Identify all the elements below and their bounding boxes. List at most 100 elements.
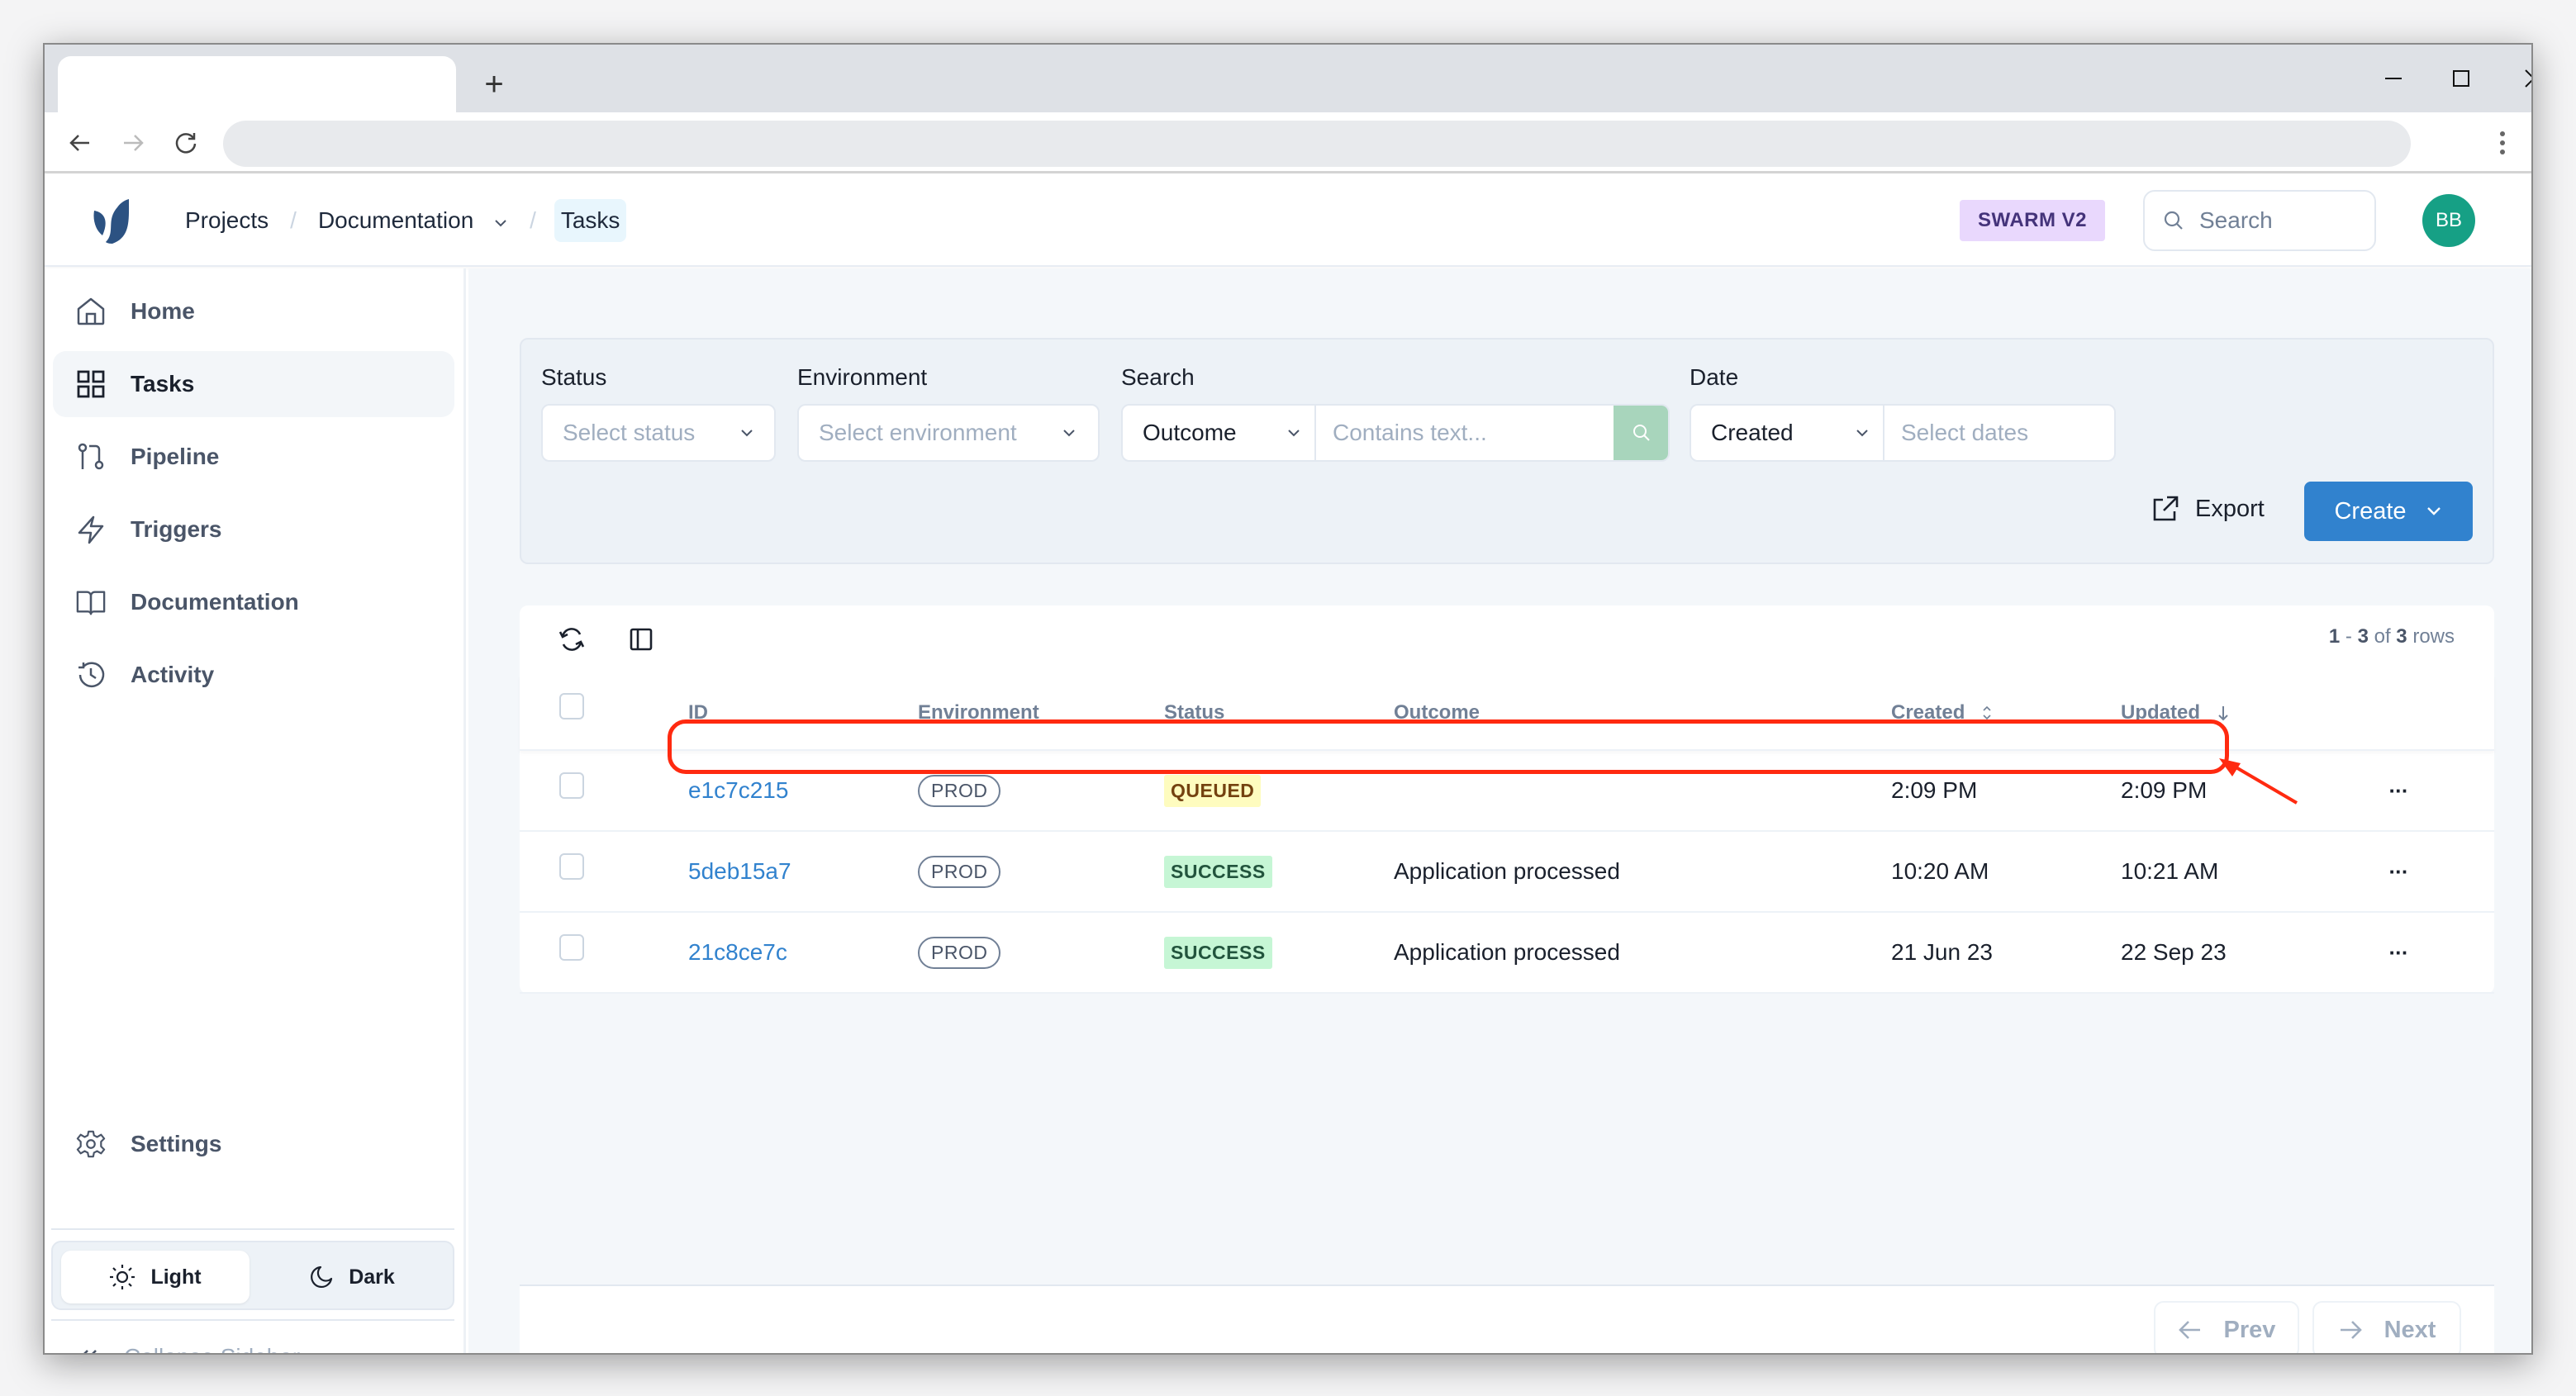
prev-page-button[interactable]: Prev [2154, 1301, 2299, 1353]
row-checkbox[interactable] [559, 772, 584, 799]
app-logo[interactable] [88, 196, 137, 245]
pagination-footer: Prev Next [520, 1284, 2494, 1353]
status-badge: QUEUED [1164, 774, 1262, 807]
column-header-updated[interactable]: Updated [2121, 675, 2230, 751]
chevron-down-icon [493, 218, 508, 228]
table-row[interactable]: 5deb15a7 PROD SUCCESS Application proces… [520, 832, 2494, 913]
tasks-table: 1 - 3 of 3 rows ID Environment Status Ou… [520, 605, 2494, 994]
date-field-value: Created [1711, 420, 1794, 445]
refresh-button[interactable] [551, 619, 592, 660]
chevron-down-icon [1856, 430, 1868, 437]
column-header-id[interactable]: ID [688, 675, 708, 751]
theme-light-label: Light [150, 1265, 202, 1289]
status-select[interactable]: Select status [541, 404, 776, 462]
search-submit-button[interactable] [1614, 406, 1668, 460]
row-actions-button[interactable]: ··· [2382, 938, 2415, 967]
sidebar-divider [51, 1319, 454, 1321]
breadcrumb-documentation-label: Documentation [317, 207, 474, 233]
close-window-button[interactable] [2505, 58, 2531, 99]
address-bar[interactable] [223, 121, 2411, 167]
row-actions-button[interactable]: ··· [2382, 776, 2415, 805]
column-header-outcome[interactable]: Outcome [1394, 675, 1480, 751]
sidebar-item-label: Documentation [131, 589, 299, 615]
search-filter-group: Outcome Contains text... [1121, 404, 1670, 462]
arrow-left-icon [2178, 1321, 2200, 1339]
theme-light-button[interactable]: Light [61, 1251, 250, 1303]
theme-dark-button[interactable]: Dark [258, 1251, 446, 1303]
rows-total: 3 [2396, 625, 2407, 648]
search-field-select[interactable]: Outcome [1123, 406, 1314, 460]
environment-badge: SWARM V2 [1960, 200, 2105, 241]
forward-button[interactable] [112, 122, 154, 164]
maximize-button[interactable] [2432, 58, 2490, 99]
column-header-created[interactable]: Created [1891, 675, 1993, 751]
sidebar-item-label: Home [131, 298, 195, 324]
breadcrumb-separator: / [530, 207, 536, 233]
next-page-button[interactable]: Next [2312, 1301, 2461, 1353]
back-button[interactable] [59, 122, 101, 164]
environment-select[interactable]: Select environment [797, 404, 1100, 462]
search-icon [1633, 425, 1650, 441]
updated-cell: 10:21 AM [2121, 858, 2219, 884]
search-text-input[interactable]: Contains text... [1316, 406, 1614, 460]
reload-button[interactable] [165, 122, 207, 164]
user-avatar[interactable]: BB [2422, 194, 2475, 247]
sidebar-item-activity[interactable]: Activity [53, 642, 454, 708]
columns-toggle-button[interactable] [620, 619, 662, 660]
rows-from: 1 [2328, 625, 2341, 648]
git-pull-request-icon [76, 442, 106, 472]
filter-panel: Status Select status Environment Select … [520, 338, 2494, 564]
row-actions-button[interactable]: ··· [2382, 857, 2415, 886]
grid-icon [76, 369, 106, 399]
row-checkbox[interactable] [559, 853, 584, 880]
export-button[interactable]: Export [2151, 480, 2265, 538]
date-filter-label: Date [1690, 364, 1739, 390]
task-id-link[interactable]: e1c7c215 [688, 777, 788, 804]
theme-toggle: Light Dark [51, 1241, 454, 1310]
sidebar-item-tasks[interactable]: Tasks [53, 351, 454, 417]
environment-filter-label: Environment [797, 364, 928, 390]
sort-descending-icon [2218, 706, 2228, 721]
table-row[interactable]: e1c7c215 PROD QUEUED 2:09 PM 2:09 PM ··· [520, 751, 2494, 832]
sidebar-item-triggers[interactable]: Triggers [53, 496, 454, 563]
column-header-created-label: Created [1891, 701, 1965, 724]
rows-to: 3 [2357, 625, 2369, 648]
created-cell: 10:20 AM [1891, 858, 1989, 884]
collapse-sidebar-label: Collapse Sidebar [124, 1344, 300, 1353]
browser-menu-button[interactable] [2482, 122, 2523, 164]
sidebar-item-settings[interactable]: Settings [53, 1111, 454, 1177]
minimize-button[interactable] [2365, 58, 2422, 99]
collapse-sidebar-button[interactable]: Collapse Sidebar [78, 1344, 300, 1353]
table-row[interactable]: 21c8ce7c PROD SUCCESS Application proces… [520, 913, 2494, 994]
chevron-down-icon [1288, 430, 1300, 437]
column-header-environment[interactable]: Environment [918, 675, 1039, 751]
table-header: ID Environment Status Outcome Created Up… [520, 675, 2494, 751]
sidebar-item-home[interactable]: Home [53, 278, 454, 344]
new-tab-button[interactable]: + [473, 63, 516, 106]
kebab-menu-icon [2500, 131, 2505, 154]
create-label: Create [2334, 497, 2407, 525]
rows-suffix: rows [2407, 625, 2455, 648]
header-search-placeholder: Search [2199, 207, 2273, 233]
refresh-icon [558, 628, 585, 651]
create-button[interactable]: Create [2304, 482, 2473, 541]
arrow-right-icon [2340, 1321, 2362, 1339]
browser-tab-active[interactable] [58, 56, 456, 114]
header-search-input[interactable]: Search [2143, 190, 2376, 251]
breadcrumb-tasks[interactable]: Tasks [554, 199, 627, 242]
sidebar-item-label: Activity [131, 662, 215, 687]
sidebar-item-pipeline[interactable]: Pipeline [53, 424, 454, 490]
sidebar-item-documentation[interactable]: Documentation [53, 569, 454, 635]
task-id-link[interactable]: 21c8ce7c [688, 939, 787, 966]
task-id-link[interactable]: 5deb15a7 [688, 858, 791, 885]
theme-dark-label: Dark [349, 1265, 395, 1289]
date-range-input[interactable]: Select dates [1884, 406, 2114, 460]
sidebar: Home Tasks Pipeline Triggers Documentati… [45, 268, 466, 1353]
column-header-status[interactable]: Status [1164, 675, 1224, 751]
row-checkbox[interactable] [559, 934, 584, 961]
breadcrumb-documentation[interactable]: Documentation [315, 202, 511, 239]
breadcrumb-projects[interactable]: Projects [182, 202, 272, 239]
date-field-select[interactable]: Created [1691, 406, 1883, 460]
created-cell: 21 Jun 23 [1891, 939, 1993, 965]
select-all-checkbox[interactable] [559, 693, 584, 719]
